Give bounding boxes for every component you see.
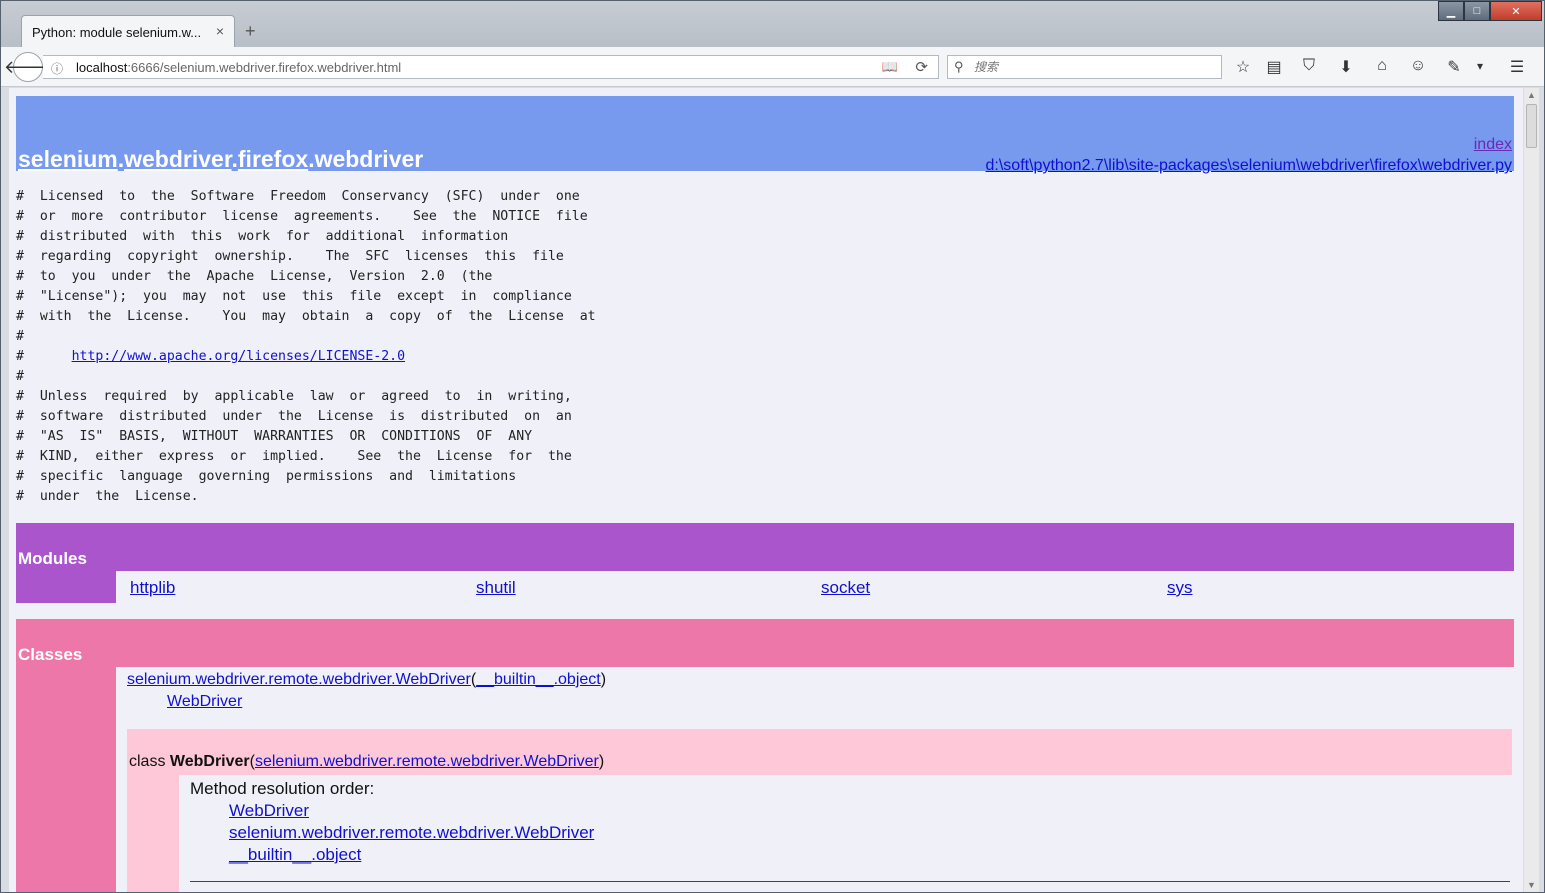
back-arrow-icon[interactable]: 🡐 (4, 52, 52, 82)
classes-title: Classes (18, 645, 83, 664)
mro-link-remote-webdriver[interactable]: selenium.webdriver.remote.webdriver.WebD… (229, 823, 594, 843)
module-title: selenium.webdriver.firefox.webdriver (18, 146, 423, 173)
comment-line: # "License"); you may not use this file … (16, 289, 572, 304)
comment-line: # regarding copyright ownership. The SFC… (16, 249, 564, 264)
page-viewport: selenium.webdriver.firefox.webdriver ind… (9, 88, 1523, 892)
new-tab-button[interactable]: + (245, 21, 256, 42)
url-host: localhost (76, 60, 128, 75)
tab-strip: Python: module selenium.w... × + ▁ □ ✕ (1, 1, 1544, 49)
comment-line: # Licensed to the Software Freedom Conse… (16, 189, 580, 204)
extension-icon[interactable]: ✎ (1443, 57, 1465, 77)
bookmarks-list-icon[interactable]: ▤ (1263, 57, 1285, 77)
scroll-up-arrow-icon[interactable]: ▲ (1527, 90, 1536, 100)
tab-active[interactable]: Python: module selenium.w... × (21, 15, 235, 49)
comment-line: # specific language governing permission… (16, 469, 517, 484)
comment-line: # KIND, either express or implied. See t… (16, 449, 572, 464)
comment-line: # with the License. You may obtain a cop… (16, 309, 596, 324)
pocket-icon[interactable]: ⛉ (1298, 57, 1320, 75)
source-file-link[interactable]: d:\soft\python2.7\lib\site-packages\sele… (986, 157, 1512, 175)
comment-line: # (16, 369, 24, 384)
modules-title: Modules (18, 549, 87, 568)
close-tab-icon[interactable]: × (216, 23, 224, 39)
info-icon[interactable]: ⓘ (51, 60, 63, 77)
comment-line: # (16, 329, 24, 344)
browser-window: Python: module selenium.w... × + ▁ □ ✕ 🡐… (0, 0, 1545, 893)
index-link[interactable]: index (1474, 136, 1512, 154)
comment-line: # software distributed under the License… (16, 409, 572, 424)
comment-line: # distributed with this work for additio… (16, 229, 509, 244)
url-path: :6666/selenium.webdriver.firefox.webdriv… (127, 60, 402, 75)
class-webdriver-gutter (127, 775, 179, 892)
overflow-chevron-icon[interactable]: ▾ (1469, 59, 1491, 73)
class-name: WebDriver (169, 753, 250, 770)
navigation-toolbar: 🡐 ⓘ localhost:6666/selenium.webdriver.fi… (1, 47, 1544, 87)
class-tree-parent: selenium.webdriver.remote.webdriver.WebD… (127, 671, 606, 689)
tab-title: Python: module selenium.w... (32, 25, 202, 40)
comment-line: # under the License. (16, 489, 199, 504)
scroll-down-arrow-icon[interactable]: ▼ (1527, 880, 1536, 890)
maximize-button[interactable]: □ (1464, 1, 1490, 21)
bookmark-star-icon[interactable]: ☆ (1232, 57, 1254, 77)
url-bar[interactable]: ⓘ localhost:6666/selenium.webdriver.fire… (43, 55, 939, 79)
comment-line: # http://www.apache.org/licenses/LICENSE… (16, 347, 596, 367)
modules-gutter (16, 571, 116, 603)
home-icon[interactable]: ⌂ (1371, 57, 1393, 75)
download-icon[interactable]: ⬇ (1335, 57, 1357, 77)
mro-link-builtin-object[interactable]: __builtin__.object (229, 845, 361, 865)
license-comment-block: # Licensed to the Software Freedom Conse… (16, 187, 596, 507)
class-base-link[interactable]: selenium.webdriver.remote.webdriver.WebD… (255, 753, 599, 770)
window-controls: ▁ □ ✕ (1438, 1, 1542, 21)
chat-icon[interactable]: ☺ (1407, 57, 1429, 75)
comment-line: # Unless required by applicable law or a… (16, 389, 572, 404)
comment-line: # or more contributor license agreements… (16, 209, 588, 224)
class-link-builtin-object[interactable]: __builtin__.object (476, 671, 601, 688)
comment-line: # "AS IS" BASIS, WITHOUT WARRANTIES OR C… (16, 429, 533, 444)
search-bar[interactable]: ⚲ (947, 55, 1222, 79)
module-name: webdriver (314, 146, 424, 172)
paren: ) (600, 671, 607, 688)
hamburger-menu-icon[interactable]: ☰ (1506, 57, 1528, 77)
search-input[interactable] (974, 59, 1214, 75)
module-link-shutil[interactable]: shutil (476, 578, 516, 598)
vertical-scrollbar[interactable]: ▲ ▼ (1523, 88, 1539, 892)
class-keyword: class (129, 753, 170, 770)
module-heading: selenium.webdriver.firefox.webdriver ind… (16, 96, 1514, 174)
breadcrumb-link-selenium[interactable]: selenium (18, 146, 118, 172)
class-link-webdriver[interactable]: WebDriver (167, 693, 242, 711)
modules-section-header: Modules (16, 523, 1514, 571)
divider-rule (190, 881, 1510, 882)
url-text[interactable]: localhost:6666/selenium.webdriver.firefo… (76, 60, 401, 75)
classes-gutter (16, 667, 116, 892)
class-signature: class WebDriver(selenium.webdriver.remot… (129, 753, 605, 770)
classes-section-header: Classes (16, 619, 1514, 667)
mro-title: Method resolution order: (190, 779, 375, 798)
class-webdriver-header: class WebDriver(selenium.webdriver.remot… (127, 729, 1512, 775)
module-link-sys[interactable]: sys (1167, 578, 1193, 598)
apache-license-link[interactable]: http://www.apache.org/licenses/LICENSE-2… (72, 349, 405, 364)
breadcrumb-link-firefox[interactable]: firefox (238, 146, 308, 172)
comment-prefix: # (16, 349, 72, 364)
scrollbar-thumb[interactable] (1526, 104, 1537, 148)
mro-link-webdriver[interactable]: WebDriver (229, 801, 309, 821)
reader-view-icon[interactable]: 📖 (882, 59, 898, 75)
close-window-button[interactable]: ✕ (1490, 1, 1542, 21)
class-link-remote-webdriver[interactable]: selenium.webdriver.remote.webdriver.WebD… (127, 671, 471, 688)
module-link-httplib[interactable]: httplib (130, 578, 175, 598)
breadcrumb-link-webdriver[interactable]: webdriver (124, 146, 231, 172)
search-icon[interactable]: ⚲ (954, 59, 964, 75)
module-link-socket[interactable]: socket (821, 578, 870, 598)
reload-icon[interactable]: ⟳ (915, 58, 928, 76)
comment-line: # to you under the Apache License, Versi… (16, 269, 493, 284)
minimize-button[interactable]: ▁ (1438, 1, 1464, 21)
